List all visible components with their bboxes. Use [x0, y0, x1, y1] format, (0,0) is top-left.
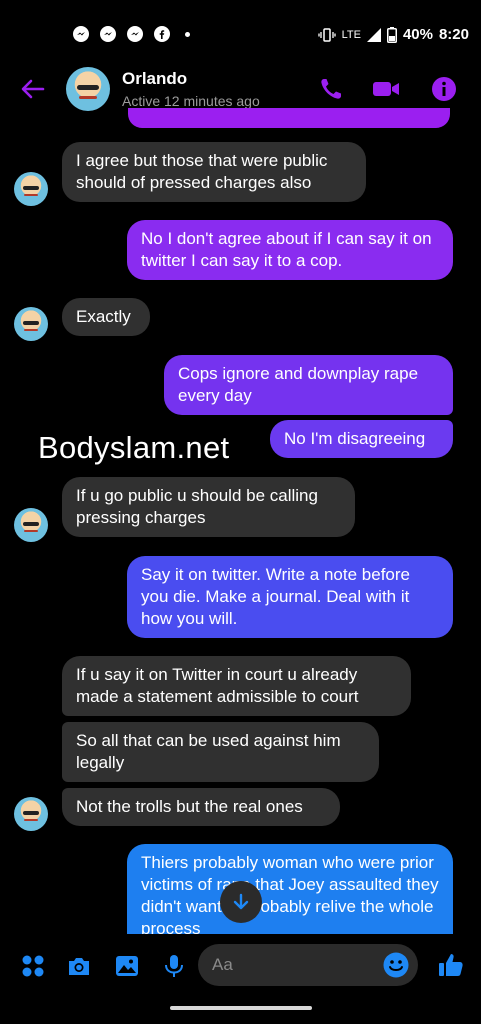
message-bubble-outgoing-partial[interactable]: [128, 108, 450, 128]
contact-avatar[interactable]: [66, 67, 110, 111]
messenger-notification-icon: [127, 26, 143, 42]
message-bubble-outgoing[interactable]: No I'm disagreeing: [270, 420, 453, 458]
arrow-down-icon: [233, 893, 249, 910]
microphone-icon[interactable]: [161, 953, 187, 979]
gallery-icon[interactable]: [114, 953, 140, 979]
info-icon[interactable]: [430, 75, 458, 103]
battery-icon: [386, 26, 397, 43]
signal-icon: [366, 27, 381, 42]
video-call-icon[interactable]: [372, 75, 400, 103]
network-type: LTE: [341, 28, 361, 41]
scroll-to-bottom-button[interactable]: [220, 881, 262, 923]
status-bar: LTE 40% 8:20: [0, 0, 481, 60]
message-bubble-outgoing[interactable]: Cops ignore and downplay rape every day: [164, 355, 453, 415]
sender-avatar[interactable]: [14, 172, 48, 206]
sender-avatar[interactable]: [14, 307, 48, 341]
phone-call-icon[interactable]: [317, 75, 345, 103]
messenger-notification-icon: [73, 26, 89, 42]
message-bubble-incoming[interactable]: So all that can be used against him lega…: [62, 722, 379, 782]
message-bubble-incoming[interactable]: Exactly: [62, 298, 150, 336]
message-bubble-incoming[interactable]: If u say it on Twitter in court u alread…: [62, 656, 411, 716]
emoji-icon[interactable]: [382, 951, 410, 979]
message-bubble-incoming[interactable]: I agree but those that were public shoul…: [62, 142, 366, 202]
vibrate-icon: [317, 27, 336, 42]
back-arrow-icon[interactable]: [18, 74, 48, 104]
camera-icon[interactable]: [66, 953, 92, 979]
thumbs-up-icon[interactable]: [437, 951, 465, 979]
message-bubble-outgoing[interactable]: No I don't agree about if I can say it o…: [127, 220, 453, 280]
message-composer: Aa: [0, 934, 481, 1000]
watermark: Bodyslam.net: [38, 430, 230, 465]
sender-avatar[interactable]: [14, 508, 48, 542]
home-indicator[interactable]: [170, 1006, 312, 1010]
message-input-placeholder: Aa: [212, 955, 233, 974]
active-status: Active 12 minutes ago: [122, 93, 260, 109]
messenger-notification-icon: [100, 26, 116, 42]
message-bubble-incoming[interactable]: If u go public u should be calling press…: [62, 477, 355, 537]
sender-avatar[interactable]: [14, 797, 48, 831]
message-input[interactable]: Aa: [198, 944, 418, 986]
facebook-notification-icon: [154, 26, 170, 42]
apps-grid-icon[interactable]: [20, 953, 46, 979]
notification-icons: [73, 26, 190, 42]
battery-percent: 40%: [402, 26, 433, 43]
contact-name[interactable]: Orlando: [122, 69, 187, 89]
message-bubble-outgoing[interactable]: Say it on twitter. Write a note before y…: [127, 556, 453, 638]
message-bubble-incoming[interactable]: Not the trolls but the real ones: [62, 788, 340, 826]
clock: 8:20: [438, 26, 469, 43]
message-bubble-outgoing[interactable]: Thiers probably woman who were prior vic…: [127, 844, 453, 934]
more-notifications-icon: [185, 31, 190, 37]
